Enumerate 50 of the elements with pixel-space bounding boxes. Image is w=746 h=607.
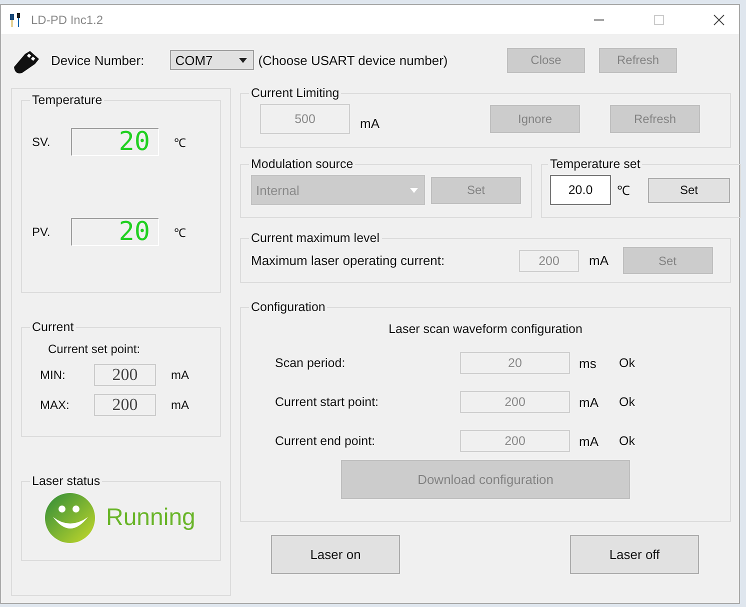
- close-icon[interactable]: [713, 14, 725, 26]
- unit-label: mA: [360, 116, 380, 130]
- app-icon: [9, 12, 23, 28]
- parameter-label: Scan period:: [275, 356, 346, 370]
- unit-label: mA: [579, 394, 600, 410]
- limit-label: MAX:: [39, 398, 70, 412]
- current-value: 200: [94, 364, 156, 386]
- led-display: 20: [71, 128, 159, 156]
- port-hint: (Choose USART device number): [258, 52, 449, 68]
- status-label: Ok: [619, 434, 635, 448]
- unit-label: ℃: [174, 224, 186, 240]
- max-current-label: Maximum laser operating current:: [251, 253, 446, 268]
- reading-label: SV.: [32, 135, 52, 149]
- unit-label: ms: [579, 356, 598, 370]
- status-label: Ok: [619, 395, 635, 409]
- unit-label: mA: [171, 398, 189, 412]
- unit-label: mA: [589, 253, 608, 268]
- device-number-label: Device Number:: [51, 52, 144, 68]
- set-point-caption: Current set point:: [47, 342, 142, 356]
- led-display: 20: [71, 218, 159, 246]
- set-button[interactable]: Set: [648, 178, 730, 202]
- port-dropdown[interactable]: COM7: [170, 50, 254, 70]
- status-label: Ok: [619, 356, 635, 370]
- panel-title: Modulation source: [250, 157, 354, 171]
- reading-label: PV.: [32, 225, 52, 239]
- unit-label: mA: [171, 368, 189, 382]
- unit-label: ℃: [617, 182, 630, 199]
- configuration-heading: Laser scan waveform configuration: [388, 322, 584, 336]
- panel-title: Current: [31, 320, 75, 334]
- panel-title: Temperature set: [549, 157, 642, 171]
- unit-label: ℃: [174, 134, 186, 150]
- parameter-label: Current start point:: [275, 395, 380, 409]
- caret-icon: [410, 188, 418, 192]
- caret-icon: [239, 58, 248, 62]
- laser-button[interactable]: Laser on: [271, 535, 400, 574]
- limit-label: MIN:: [39, 368, 66, 382]
- laser-button[interactable]: Laser off: [570, 535, 699, 574]
- unit-label: mA: [579, 434, 600, 448]
- temperature-field[interactable]: 20.0: [550, 175, 611, 205]
- maximize-icon: [653, 14, 665, 26]
- smiley-icon: [44, 492, 96, 544]
- panel-title: Laser status: [31, 474, 102, 488]
- status-text: Running: [106, 504, 196, 532]
- current-value: 200: [94, 394, 156, 416]
- panel-title: Configuration: [250, 300, 326, 314]
- panel-title: Current Limiting: [250, 86, 340, 100]
- panel-title: Current maximum level: [250, 231, 381, 245]
- window-title: LD-PD Inc1.2: [31, 12, 104, 26]
- panel-title: Temperature: [31, 93, 104, 107]
- parameter-label: Current end point:: [275, 434, 376, 448]
